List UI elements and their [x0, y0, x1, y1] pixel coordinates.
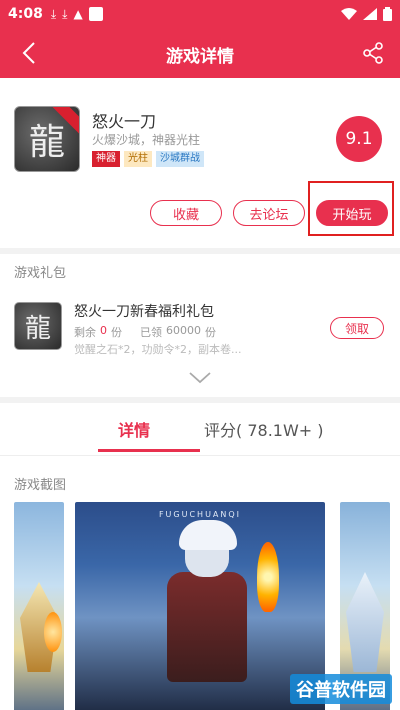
app-notification-icon: ▲ — [73, 7, 83, 21]
gift-icon-glyph: 龍 — [24, 313, 51, 344]
game-info-card: 龍 怒火一刀 火爆沙城，神器光柱 神器 光柱 沙城群战 9.1 收藏 去论坛 开… — [0, 78, 400, 248]
notification-square-icon — [88, 7, 103, 21]
status-system-icons — [341, 7, 392, 21]
signal-icon — [363, 8, 377, 20]
share-icon — [363, 42, 383, 64]
tabs-divider — [0, 455, 400, 456]
status-notification-icons: ⤓ ⤓ ▲ — [51, 7, 103, 21]
forum-button[interactable]: 去论坛 — [233, 200, 305, 226]
download-icon: ⤓ — [62, 7, 68, 21]
detail-tabs: 详情 评分( 78.1W+ ) — [0, 405, 400, 455]
game-tags: 神器 光柱 沙城群战 — [92, 151, 204, 167]
page-title: 游戏详情 — [166, 47, 234, 67]
game-icon: 龍 — [14, 106, 80, 172]
tag-guangzhu: 光柱 — [124, 151, 152, 167]
gift-title: 怒火一刀新春福利礼包 — [74, 304, 214, 320]
section-divider — [0, 248, 400, 254]
gift-stats: 剩余 0 份 已领 60000 份 — [74, 324, 216, 340]
app-header: 游戏详情 — [0, 28, 400, 78]
remain-label: 剩余 — [74, 326, 96, 339]
status-time: 4:08 — [8, 6, 43, 22]
tab-detail[interactable]: 详情 — [118, 417, 150, 441]
game-description: 火爆沙城，神器光柱 — [92, 133, 201, 147]
watermark: 谷普软件园 — [290, 674, 392, 704]
active-tab-indicator — [98, 449, 200, 452]
flame-illustration — [257, 542, 279, 612]
fire-illustration — [44, 612, 62, 652]
section-divider — [0, 397, 400, 403]
tag-shenqi: 神器 — [92, 151, 120, 167]
claim-button[interactable]: 领取 — [330, 317, 384, 339]
share-button[interactable] — [358, 38, 388, 68]
gift-section-label: 游戏礼包 — [14, 266, 67, 281]
collect-button[interactable]: 收藏 — [150, 200, 222, 226]
screenshot-main[interactable]: FUGUCHUANQI — [75, 502, 325, 710]
gift-description: 觉醒之石*2，功勋令*2，副本卷... — [74, 343, 242, 356]
wifi-icon — [341, 8, 357, 20]
download-icon: ⤓ — [50, 7, 57, 21]
character-body — [167, 572, 247, 682]
tower-illustration — [346, 572, 384, 672]
remain-value: 0 — [100, 324, 107, 337]
screenshot-thumbnail[interactable] — [14, 502, 64, 710]
tag-shacheng: 沙城群战 — [156, 151, 204, 167]
claimed-value: 60000 — [166, 324, 201, 337]
claimed-label: 已领 — [140, 326, 162, 339]
tab-rating[interactable]: 评分( 78.1W+ ) — [204, 417, 324, 441]
screenshots-section-label: 游戏截图 — [14, 478, 67, 493]
claimed-unit: 份 — [205, 326, 216, 339]
game-icon-glyph: 龍 — [28, 122, 65, 163]
score-badge: 9.1 — [336, 116, 382, 162]
start-play-button[interactable]: 开始玩 — [316, 200, 388, 226]
gift-game-icon: 龍 — [14, 302, 62, 350]
battery-icon — [383, 7, 392, 21]
remain-unit: 份 — [111, 326, 122, 339]
gift-item[interactable]: 龍 怒火一刀新春福利礼包 剩余 0 份 已领 60000 份 觉醒之石*2，功勋… — [0, 295, 400, 365]
chevron-down-icon — [189, 372, 211, 384]
expand-gifts-button[interactable] — [188, 370, 212, 386]
game-name: 怒火一刀 — [92, 112, 157, 131]
character-hair — [179, 520, 237, 550]
screenshot-caption: FUGUCHUANQI — [158, 510, 242, 519]
status-bar: 4:08 ⤓ ⤓ ▲ — [0, 0, 400, 28]
